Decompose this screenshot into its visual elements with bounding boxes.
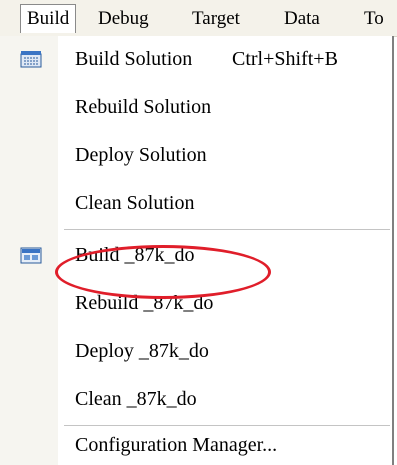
menu-item-label: Clean Solution bbox=[75, 192, 195, 214]
menu-target-label: Target bbox=[192, 8, 240, 29]
menu-tools[interactable]: To bbox=[364, 7, 384, 31]
menu-debug-label: Debug bbox=[98, 8, 149, 29]
menu-debug[interactable]: Debug bbox=[98, 7, 149, 31]
build-solution-icon bbox=[20, 50, 42, 68]
menu-separator bbox=[64, 229, 390, 230]
menu-item-build-project[interactable]: Build _87k_do bbox=[0, 232, 392, 280]
menu-item-shortcut: Ctrl+Shift+B bbox=[232, 48, 338, 70]
menu-build[interactable]: Build bbox=[20, 4, 77, 33]
menu-target[interactable]: Target bbox=[192, 7, 240, 31]
menu-item-label: Rebuild Solution bbox=[75, 96, 212, 118]
menu-item-rebuild-solution[interactable]: Rebuild Solution bbox=[0, 84, 392, 132]
menu-item-label: Build _87k_do bbox=[75, 244, 195, 266]
menu-item-deploy-solution[interactable]: Deploy Solution bbox=[0, 132, 392, 180]
menu-build-label: Build bbox=[27, 8, 70, 29]
menu-item-label: Clean _87k_do bbox=[75, 388, 197, 410]
menu-data[interactable]: Data bbox=[284, 7, 320, 31]
menu-bar: Build Debug Target Data To bbox=[0, 0, 397, 37]
menu-data-label: Data bbox=[284, 8, 320, 29]
menu-item-build-solution[interactable]: Build Solution Ctrl+Shift+B bbox=[0, 36, 392, 84]
menu-item-deploy-project[interactable]: Deploy _87k_do bbox=[0, 328, 392, 376]
build-dropdown-menu: Build Solution Ctrl+Shift+B Rebuild Solu… bbox=[0, 36, 394, 465]
menu-item-label: Configuration Manager... bbox=[75, 434, 278, 456]
menu-item-clean-project[interactable]: Clean _87k_do bbox=[0, 376, 392, 424]
menu-item-label: Deploy Solution bbox=[75, 144, 207, 166]
menu-item-clean-solution[interactable]: Clean Solution bbox=[0, 180, 392, 228]
menu-item-label: Rebuild _87k_do bbox=[75, 292, 214, 314]
build-project-icon bbox=[20, 246, 42, 264]
menu-item-label: Deploy _87k_do bbox=[75, 340, 209, 362]
menu-tools-label: To bbox=[364, 8, 384, 29]
menu-item-label: Build Solution bbox=[75, 48, 193, 70]
menu-item-rebuild-project[interactable]: Rebuild _87k_do bbox=[0, 280, 392, 328]
menu-item-configuration-manager[interactable]: Configuration Manager... bbox=[0, 426, 392, 465]
